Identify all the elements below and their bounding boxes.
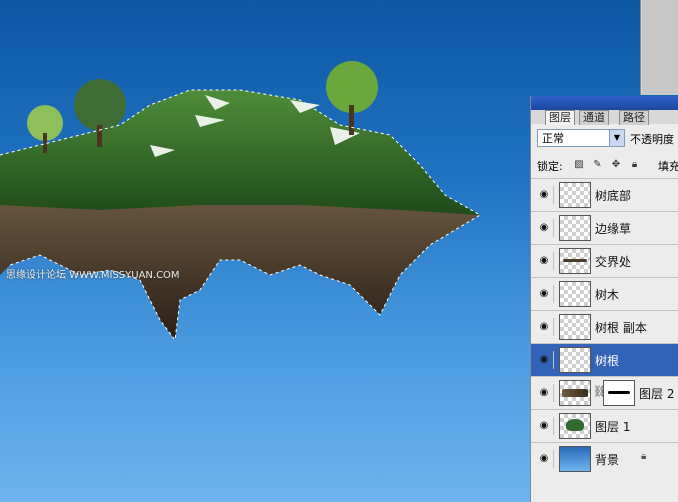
layer-thumbnail (559, 413, 591, 439)
eye-icon[interactable]: ◉ (535, 186, 554, 204)
tab-channels[interactable]: 通道 (579, 110, 609, 125)
lock-move-icon[interactable]: ✥ (610, 159, 622, 171)
eye-icon[interactable]: ◉ (535, 417, 554, 435)
layer-thumbnail (559, 215, 591, 241)
blend-row: 正常 ▼ 不透明度 (537, 129, 678, 151)
layer-name: 树木 (595, 288, 620, 302)
layer-mask-thumbnail[interactable] (603, 380, 635, 406)
tree-left-large (74, 79, 126, 131)
eye-icon[interactable]: ◉ (535, 351, 554, 369)
eye-icon[interactable]: ◉ (535, 219, 554, 237)
canvas-gray-margin (640, 0, 678, 95)
layer-thumbnail (559, 182, 591, 208)
lock-transparent-icon[interactable]: ▨ (573, 159, 585, 171)
panel-tabs: 图层 通道 路径 (531, 110, 678, 125)
layer-thumbnail (559, 314, 591, 340)
tab-layers[interactable]: 图层 (545, 110, 575, 125)
layer-row[interactable]: ◉ ⛓ 图层 2 (531, 376, 678, 409)
watermark-text: 思缘设计论坛 WWW.MISSYUAN.COM (6, 270, 180, 281)
chevron-down-icon[interactable]: ▼ (609, 130, 624, 146)
panel-titlebar[interactable] (531, 96, 678, 110)
layer-row[interactable]: ◉ 树底部 (531, 178, 678, 211)
floating-island-image (0, 61, 481, 342)
eye-icon[interactable]: ◉ (535, 318, 554, 336)
eye-icon[interactable]: ◉ (535, 252, 554, 270)
lock-brush-icon[interactable]: ✎ (592, 159, 604, 171)
opacity-label: 不透明度 (630, 133, 674, 146)
layer-row[interactable]: ◉ 图层 1 (531, 409, 678, 442)
layers-panel: 图层 通道 路径 正常 ▼ 不透明度 锁定: ▨ ✎ ✥ 🔒︎ 填充 ◉ 树底部… (530, 96, 678, 502)
layer-list: ◉ 树底部 ◉ 边缘草 ◉ 交界处 ◉ 树木 ◉ 树根 副本 ◉ 树根 ◉ ⛓ … (531, 178, 678, 475)
layer-name: 树底部 (595, 189, 632, 203)
layer-row[interactable]: ◉ 交界处 (531, 244, 678, 277)
blend-mode-select[interactable]: 正常 ▼ (537, 129, 625, 147)
layer-row-selected[interactable]: ◉ 树根 (531, 343, 678, 376)
selection-marquee-edge (641, 0, 643, 95)
lock-icon: 🔒︎ (641, 451, 647, 462)
eye-icon[interactable]: ◉ (535, 450, 554, 468)
blend-mode-value: 正常 (542, 132, 564, 145)
layer-row[interactable]: ◉ 边缘草 (531, 211, 678, 244)
lock-all-icon[interactable]: 🔒︎ (629, 159, 641, 171)
eye-icon[interactable]: ◉ (535, 285, 554, 303)
layer-row[interactable]: ◉ 树木 (531, 277, 678, 310)
layer-row[interactable]: ◉ 背景 🔒︎ (531, 442, 678, 475)
layer-name: 图层 2 (639, 387, 675, 401)
layer-thumbnail (559, 248, 591, 274)
layer-thumbnail (559, 446, 591, 472)
lock-label: 锁定: (537, 160, 563, 173)
layer-name: 树根 副本 (595, 321, 647, 335)
layer-name: 树根 (595, 354, 620, 368)
layer-thumbnail (559, 380, 591, 406)
layer-name: 图层 1 (595, 420, 631, 434)
lock-row: 锁定: ▨ ✎ ✥ 🔒︎ 填充 (537, 156, 678, 174)
fill-label: 填充 (658, 160, 678, 173)
layer-name: 边缘草 (595, 222, 632, 236)
layer-thumbnail (559, 347, 591, 373)
layer-name: 背景 (595, 453, 620, 467)
island-hill (0, 90, 480, 215)
lock-icons: ▨ ✎ ✥ 🔒︎ (573, 157, 644, 171)
eye-icon[interactable]: ◉ (535, 384, 554, 402)
tab-paths[interactable]: 路径 (619, 110, 649, 125)
layer-name: 交界处 (595, 255, 632, 269)
layer-thumbnail (559, 281, 591, 307)
layer-row[interactable]: ◉ 树根 副本 (531, 310, 678, 343)
